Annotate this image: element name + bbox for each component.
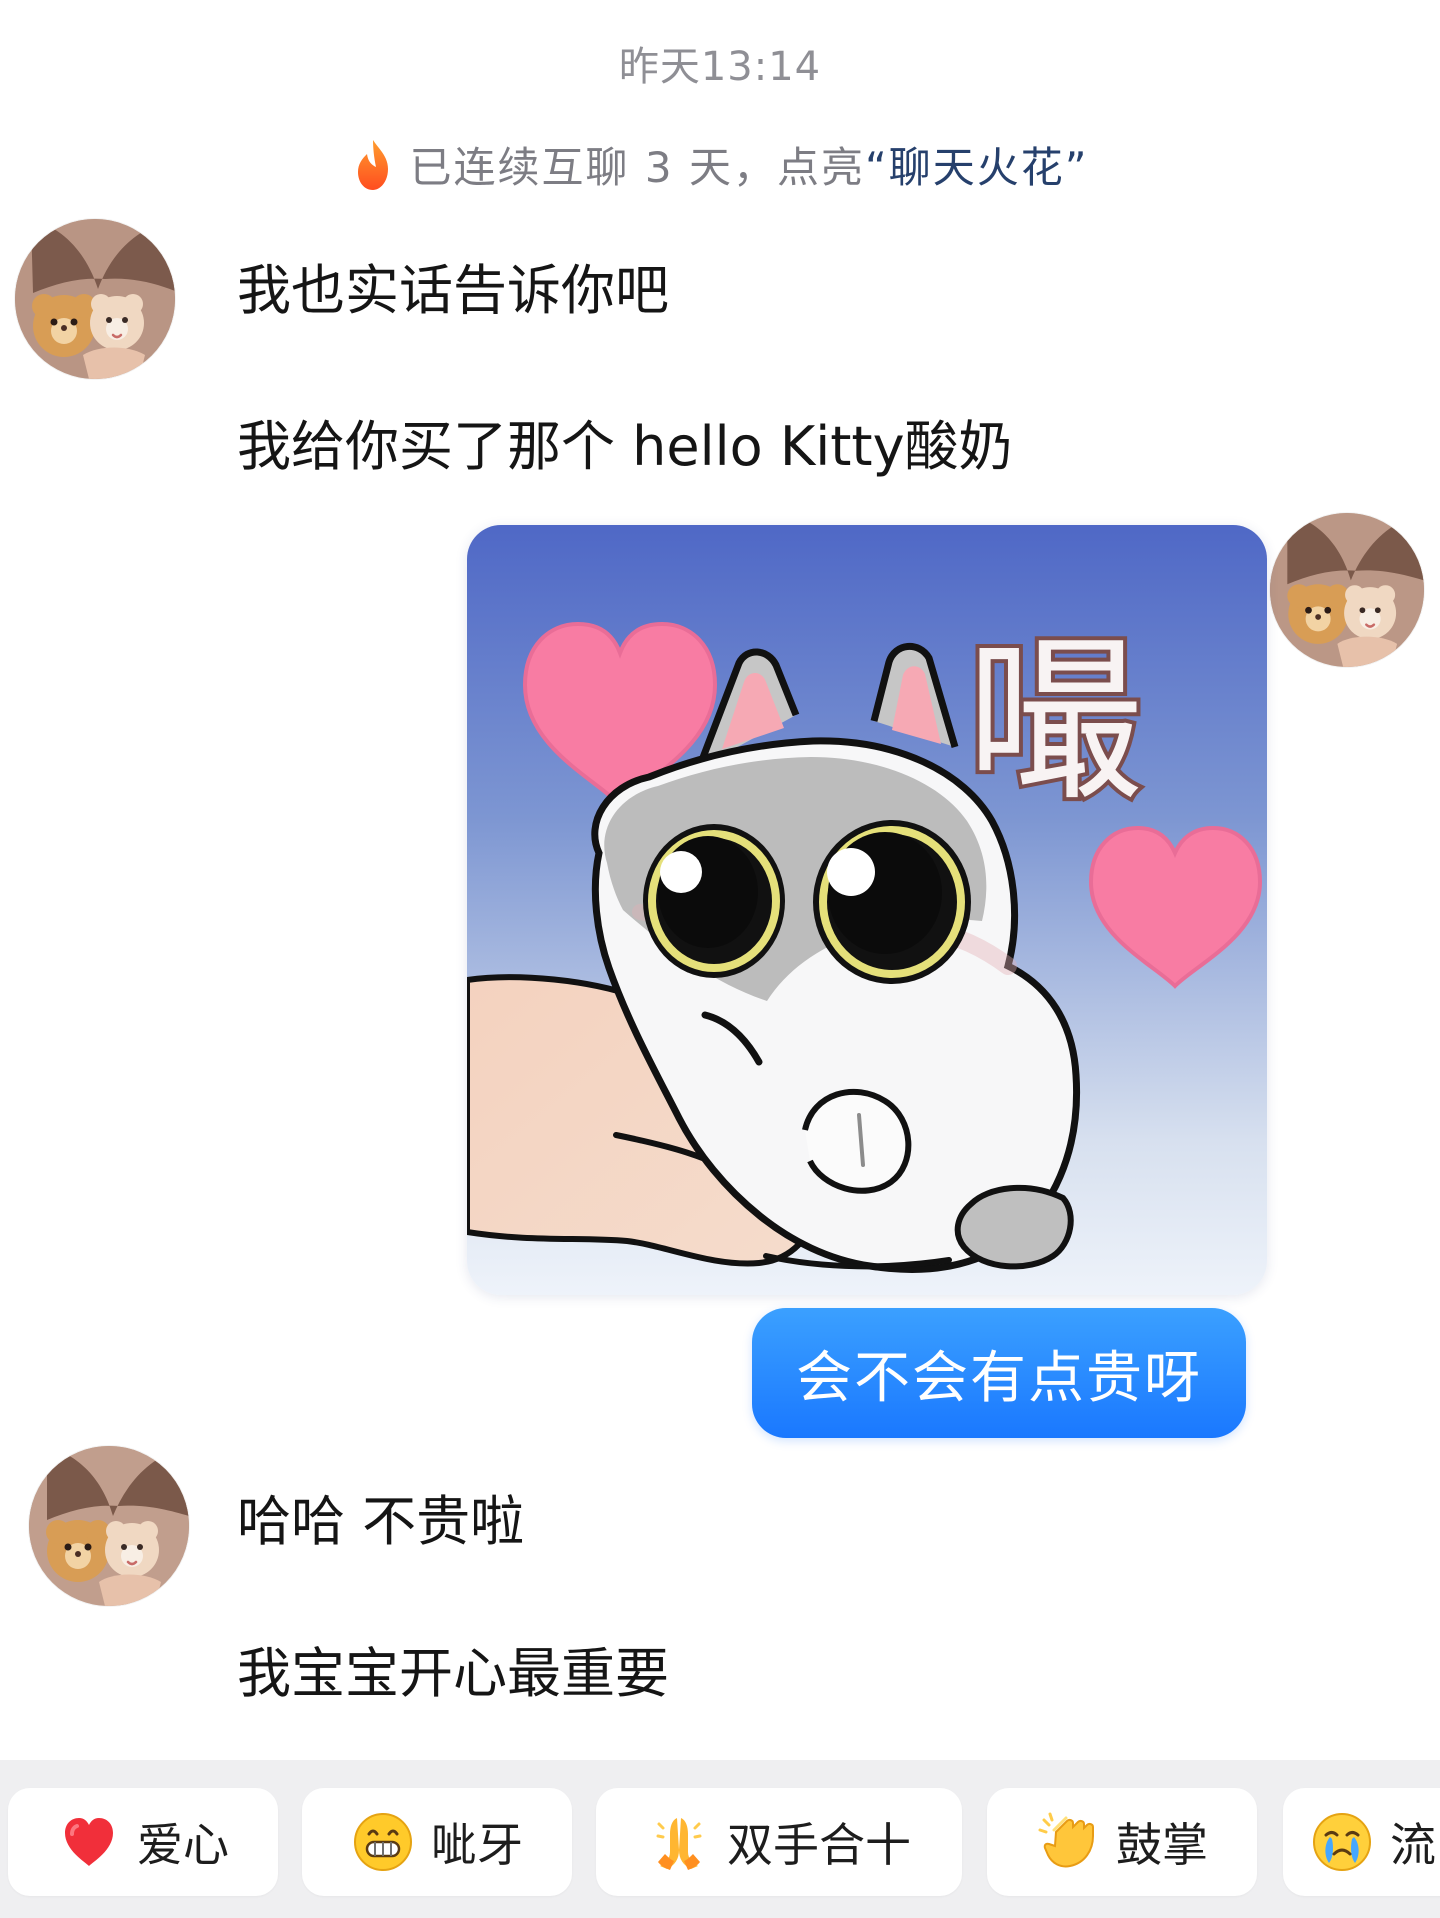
svg-text:嘬: 嘬 xyxy=(967,620,1143,825)
incoming-message[interactable]: 哈哈 不贵啦 xyxy=(237,1490,524,1555)
reaction-pray-label: 双手合十 xyxy=(727,1818,911,1872)
chat-spark-prefix: 已连续互聊 3 天，点亮 xyxy=(409,143,865,192)
reaction-clap-label: 鼓掌 xyxy=(1116,1818,1208,1872)
folded-hands-icon xyxy=(656,1818,702,1870)
incoming-message[interactable]: 我宝宝开心最重要 xyxy=(237,1642,669,1707)
chat-spark-link[interactable]: “聊天火花” xyxy=(865,143,1089,192)
heart-icon xyxy=(65,1818,113,1866)
reaction-cry-label: 流 xyxy=(1390,1818,1436,1872)
sender-avatar[interactable] xyxy=(15,219,175,379)
reaction-pray-button[interactable]: 双手合十 xyxy=(596,1788,962,1896)
reaction-clap-button[interactable]: 鼓掌 xyxy=(987,1788,1257,1896)
grin-icon xyxy=(354,1813,412,1871)
sticker-caption: 嘬 xyxy=(963,616,1147,829)
reaction-grin-button[interactable]: 呲牙 xyxy=(302,1788,572,1896)
incoming-message[interactable]: 我也实话告诉你吧 xyxy=(237,259,669,324)
chat-timestamp: 昨天13:14 xyxy=(618,44,822,90)
sender-avatar[interactable] xyxy=(29,1446,189,1606)
flame-icon xyxy=(352,138,394,192)
sticker-message[interactable]: 嘬 xyxy=(467,525,1267,1295)
quick-reaction-bar: 爱心 呲牙 双手合十 鼓掌 流 xyxy=(0,1760,1440,1918)
clap-icon xyxy=(1038,1812,1094,1868)
chat-spark-banner: 已连续互聊 3 天，点亮“聊天火花” xyxy=(0,134,1440,195)
reaction-cry-button[interactable]: 流 xyxy=(1283,1788,1440,1896)
reaction-heart-label: 爱心 xyxy=(137,1818,229,1872)
self-avatar[interactable] xyxy=(1270,513,1424,667)
reaction-grin-label: 呲牙 xyxy=(431,1818,523,1872)
tear-icon xyxy=(1313,1813,1371,1871)
incoming-message[interactable]: 我给你买了那个 hello Kitty酸奶 xyxy=(237,415,1013,480)
reaction-heart-button[interactable]: 爱心 xyxy=(8,1788,278,1896)
outgoing-message[interactable]: 会不会有点贵呀 xyxy=(752,1308,1246,1438)
chat-spark-text: 已连续互聊 3 天，点亮“聊天火花” xyxy=(410,134,1089,195)
